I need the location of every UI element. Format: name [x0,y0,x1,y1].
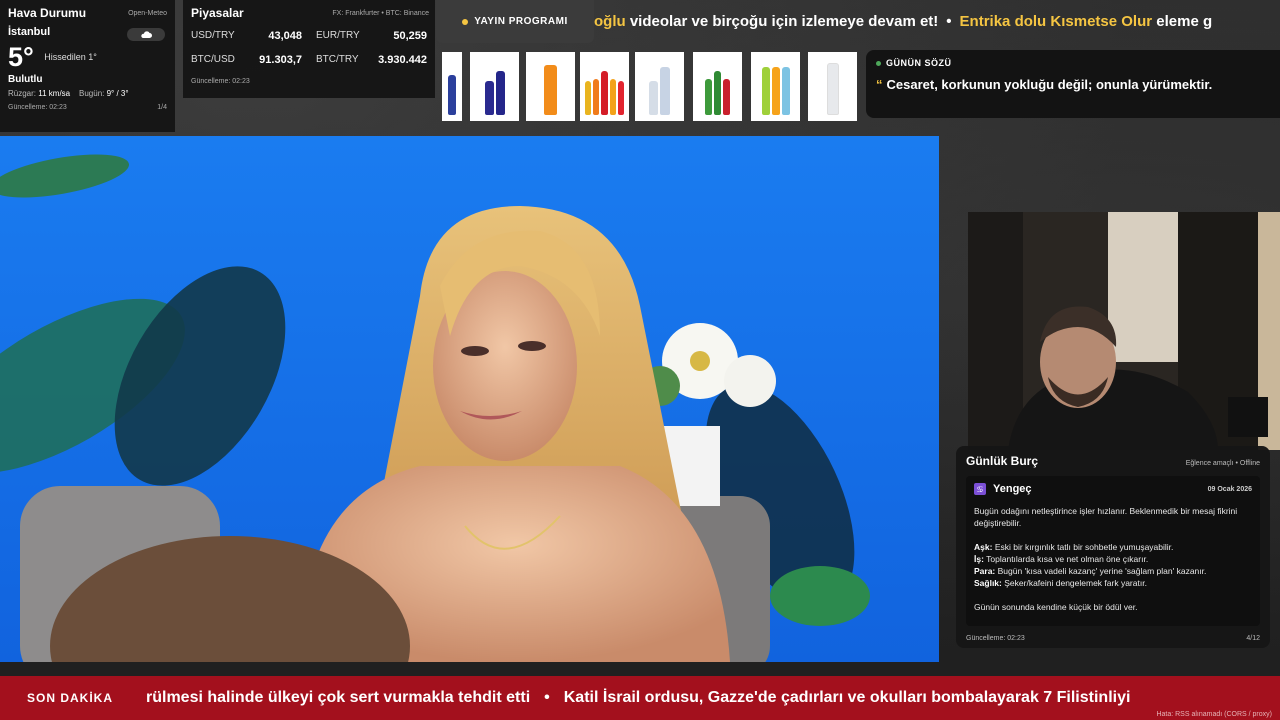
weather-details: Rüzgar: 11 km/sa Bugün: 9° / 3° [8,89,167,98]
horoscope-love: Aşk: Eski bir kırgınlık tatlı bir sohbet… [974,541,1252,553]
product-image [635,52,684,121]
schedule-badge-label: YAYIN PROGRAMI [474,16,568,27]
horoscope-date: 09 Ocak 2026 [1207,485,1252,493]
horoscope-sign: ♋ Yengeç [974,483,1032,495]
market-pair: BTC/USD 91.303,7 [191,54,302,66]
market-pair-label: BTC/TRY [316,54,359,65]
market-pair-label: EUR/TRY [316,30,360,41]
product-image [442,52,462,121]
quote-title-label: GÜNÜN SÖZÜ [886,58,952,68]
breaking-news-separator: • [544,689,550,706]
horoscope-footer: Güncelleme: 02:23 4/12 [966,635,1260,642]
markets-source: FX: Frankfurter • BTC: Binance [332,10,429,17]
ticker-text: videolar ve birçoğu için izlemeye devam … [625,13,939,30]
weather-page: 1/4 [157,104,167,111]
work-label: İş: [974,554,984,564]
horoscope-tag: Eğlence amaçlı • Offline [1185,460,1260,467]
cloud-icon [127,28,165,41]
today-label: Bugün: [79,89,105,98]
breaking-news-item: Katil İsrail ordusu, Gazze'de çadırları … [563,689,1131,706]
product-image [580,52,629,121]
sponsor-product-strip [442,52,857,122]
horoscope-card: ♋ Yengeç 09 Ocak 2026 Bugün odağını netl… [966,476,1260,626]
wind-value: 11 km/sa [38,89,71,98]
ticker-highlight: Entrika dolu Kısmetse Olur [959,13,1153,30]
money-label: Para: [974,566,996,576]
rss-error-note: Hata: RSS alınamadı (CORS / proxy) [1156,711,1272,718]
markets-grid: USD/TRY 43,048 EUR/TRY 50,259 BTC/USD 91… [191,30,427,66]
weather-source: Open-Meteo [128,10,167,17]
status-dot-icon [876,60,881,66]
health-label: Sağlık: [974,578,1002,588]
market-pair: USD/TRY 43,048 [191,30,302,42]
horoscope-panel: Günlük Burç Eğlence amaçlı • Offline ♋ Y… [956,446,1270,648]
quote-body: “Cesaret, korkunun yokluğu değil; onunla… [876,77,1270,92]
product-image [693,52,742,121]
breaking-news-item: rülmesi halinde ülkeyi çok sert vurmakla… [146,689,531,706]
weather-temperature: 5° [8,42,34,72]
horoscope-sign-row: ♋ Yengeç 09 Ocak 2026 [974,483,1252,495]
product-image [470,52,519,121]
schedule-ticker-text: oğlu videolar ve birçoğu için izlemeye d… [594,13,1212,30]
horoscope-updated: Güncelleme: 02:23 [966,635,1025,642]
horoscope-intro: Bugün odağını netleştirince işler hızlan… [974,506,1238,528]
main-video [0,136,939,662]
zodiac-icon: ♋ [974,483,986,495]
quote-title: GÜNÜN SÖZÜ [876,58,1270,68]
webcam-video [968,212,1280,450]
quote-panel: GÜNÜN SÖZÜ “Cesaret, korkunun yokluğu de… [866,50,1280,118]
schedule-badge: YAYIN PROGRAMI [436,0,594,43]
market-pair-value: 91.303,7 [259,54,302,66]
weather-feels-like: Hissedilen 1° [44,52,97,62]
ticker-separator: • [946,13,952,30]
love-text: Eski bir kırgınlık tatlı bir sohbetle yu… [994,542,1174,552]
weather-updated: Güncelleme: 02:23 [8,104,67,111]
ticker-highlight: oğlu [594,13,626,30]
breaking-news-ticker: rülmesi halinde ülkeyi çok sert vurmakla… [146,689,1130,707]
product-image [751,52,800,121]
love-label: Aşk: [974,542,993,552]
health-text: Şeker/kafeini dengelemek fark yaratır. [1004,578,1147,588]
horoscope-sign-label: Yengeç [993,483,1032,495]
ticker-text: eleme g [1152,13,1213,30]
market-pair-value: 3.930.442 [378,54,427,66]
product-image [526,52,575,121]
market-pair-label: USD/TRY [191,30,235,41]
horoscope-text: Bugün odağını netleştirince işler hızlan… [974,505,1252,613]
weather-condition: Bulutlu [8,74,43,85]
quote-mark-icon: “ [876,77,883,92]
market-pair: BTC/TRY 3.930.442 [316,54,427,66]
horoscope-closing: Günün sonunda kendine küçük bir ödül ver… [974,602,1138,612]
markets-panel: Piyasalar FX: Frankfurter • BTC: Binance… [183,0,435,98]
market-pair-label: BTC/USD [191,54,235,65]
breaking-news-label: SON DAKİKA [0,676,140,720]
work-text: Toplantılarda kısa ve net olman öne çıka… [986,554,1149,564]
webcam-frame-image [968,212,1280,450]
quote-text: Cesaret, korkunun yokluğu değil; onunla … [886,77,1213,92]
horoscope-title: Günlük Burç [966,454,1039,468]
video-frame-image [0,154,870,662]
schedule-ticker: YAYIN PROGRAMI oğlu videolar ve birçoğu … [436,0,1280,44]
horoscope-work: İş: Toplantılarda kısa ve net olman öne … [974,553,1252,565]
live-dot-icon [462,18,469,25]
breaking-news-bar: SON DAKİKA rülmesi halinde ülkeyi çok se… [0,676,1280,720]
product-image [808,52,857,121]
horoscope-page: 4/12 [1246,635,1260,642]
weather-footer: Güncelleme: 02:23 1/4 [8,104,167,111]
market-pair-value: 50,259 [393,30,427,42]
markets-updated: Güncelleme: 02:23 [191,78,250,85]
money-text: Bugün 'kısa vadeli kazanç' yerine 'sağla… [997,566,1207,576]
market-pair: EUR/TRY 50,259 [316,30,427,42]
market-pair-value: 43,048 [268,30,302,42]
weather-panel: Hava Durumu Open-Meteo İstanbul 5° Hisse… [0,0,175,132]
today-value: 9° / 3° [106,89,129,98]
horoscope-header: Günlük Burç Eğlence amaçlı • Offline [966,454,1260,468]
wind-label: Rüzgar: [8,89,37,98]
horoscope-health: Sağlık: Şeker/kafeini dengelemek fark ya… [974,577,1252,589]
horoscope-money: Para: Bugün 'kısa vadeli kazanç' yerine … [974,565,1252,577]
